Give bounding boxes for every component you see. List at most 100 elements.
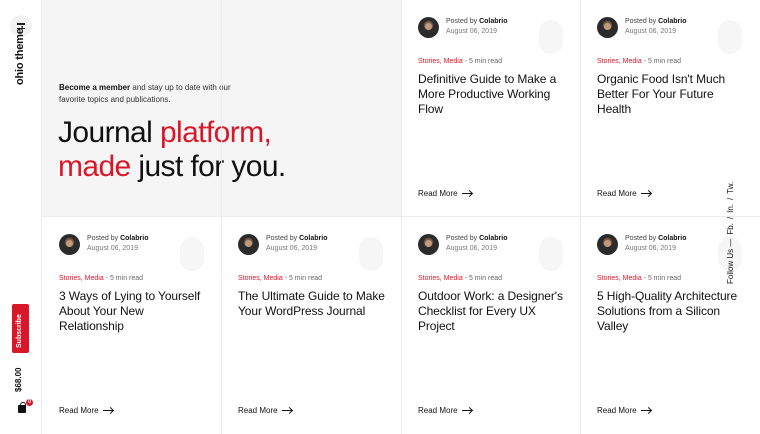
post-categories[interactable]: Stories, Media [597,58,642,65]
post-card[interactable]: Posted by Colabrio August 06, 2019 Stories… [42,217,220,433]
author-name[interactable]: Colabrio [299,235,327,242]
posted-by: Posted by Colabrio [446,18,507,25]
post-title[interactable]: The Ultimate Guide to Make Your WordPres… [238,289,388,319]
decorative-shape [180,237,204,271]
read-more-link[interactable]: Read More [238,406,292,415]
hero-title-part4: just for you. [130,150,286,183]
logo-text: ohio theme. [14,25,26,85]
hero-title-part1: Journal [58,116,160,149]
social-links: Follow Us — Fb. / In. / Tw. [723,182,737,286]
read-more-label: Read More [597,189,637,198]
author-name[interactable]: Colabrio [658,235,686,242]
post-card[interactable]: Posted by Colabrio August 06, 2019 Stories… [401,0,579,216]
read-more-label: Read More [418,189,458,198]
post-categories[interactable]: Stories, Media [597,275,642,282]
post-date: August 06, 2019 [266,245,317,252]
read-time: - 5 min read [641,275,682,282]
posted-by: Posted by Colabrio [446,235,507,242]
arrow-right-icon [102,410,113,411]
left-sidebar: ohio theme. Subscribe $68.00 0 [0,0,42,434]
read-more-label: Read More [418,406,458,415]
cart-icon[interactable]: 0 [15,399,33,417]
read-time: - 5 min read [641,58,682,65]
hero-title-part3: made [58,150,131,183]
read-more-link[interactable]: Read More [418,189,472,198]
follow-us-label: Follow Us — [726,238,735,284]
arrow-right-icon [461,410,472,411]
posted-by-label: Posted by [625,235,657,242]
post-date: August 06, 2019 [625,28,676,35]
post-meta: Stories, Media - 5 min read [238,275,322,282]
cart-badge: 0 [26,399,33,406]
posted-by-label: Posted by [87,235,119,242]
read-more-link[interactable]: Read More [59,406,113,415]
posted-by-label: Posted by [446,235,478,242]
read-more-link[interactable]: Read More [418,406,472,415]
arrow-right-icon [281,410,292,411]
read-more-label: Read More [238,406,278,415]
read-more-label: Read More [59,406,99,415]
decorative-shape [539,20,563,54]
author-name[interactable]: Colabrio [658,18,686,25]
social-separator: / [726,216,735,220]
arrow-right-icon [640,193,651,194]
posted-by: Posted by Colabrio [625,18,686,25]
post-title[interactable]: 5 High-Quality Architecture Solutions fr… [597,289,747,334]
post-meta: Stories, Media - 5 min read [418,58,502,65]
post-meta: Stories, Media - 5 min read [59,275,143,282]
author-avatar [597,17,618,38]
post-meta: Stories, Media - 5 min read [418,275,502,282]
read-more-link[interactable]: Read More [597,406,651,415]
posted-by-label: Posted by [266,235,298,242]
post-title[interactable]: Outdoor Work: a Designer's Checklist for… [418,289,568,334]
author-avatar [418,234,439,255]
author-avatar [59,234,80,255]
subscribe-label: Subscribe [16,314,23,348]
post-date: August 06, 2019 [625,245,676,252]
post-title[interactable]: Organic Food Isn't Much Better For Your … [597,72,747,117]
instagram-link[interactable]: In. [726,204,735,213]
logo[interactable]: ohio theme. [12,25,32,85]
post-title[interactable]: 3 Ways of Lying to Yourself About Your N… [59,289,209,334]
posted-by: Posted by Colabrio [625,235,686,242]
read-time: - 5 min read [282,275,323,282]
social-separator: / [726,197,735,200]
bag-icon [18,402,26,413]
read-time: - 5 min read [462,58,503,65]
author-name[interactable]: Colabrio [120,235,148,242]
post-categories[interactable]: Stories, Media [238,275,283,282]
cart-total: $68.00 [14,367,28,392]
facebook-link[interactable]: Fb. [726,223,735,235]
post-card[interactable]: Posted by Colabrio August 06, 2019 Stories… [221,217,399,433]
post-meta: Stories, Media - 5 min read [597,58,681,65]
author-name[interactable]: Colabrio [479,235,507,242]
subscribe-button[interactable]: Subscribe [12,304,29,353]
post-title[interactable]: Definitive Guide to Make a More Producti… [418,72,568,117]
post-categories[interactable]: Stories, Media [59,275,104,282]
cart-price: $68.00 [14,367,23,392]
post-categories[interactable]: Stories, Media [418,58,463,65]
author-avatar [418,17,439,38]
arrow-right-icon [640,410,651,411]
post-card[interactable]: Posted by Colabrio August 06, 2019 Stories… [401,217,579,433]
post-categories[interactable]: Stories, Media [418,275,463,282]
author-avatar [238,234,259,255]
arrow-right-icon [461,193,472,194]
hero-intro: Become a member and stay up to date with… [59,82,259,106]
author-avatar [597,234,618,255]
hero-title-part2: platform, [159,116,272,149]
read-time: - 5 min read [103,275,144,282]
author-name[interactable]: Colabrio [479,18,507,25]
posted-by-label: Posted by [625,18,657,25]
post-date: August 06, 2019 [87,245,138,252]
twitter-link[interactable]: Tw. [726,182,735,194]
hero-title: Journal platform, made just for you. [58,116,286,184]
posted-by: Posted by Colabrio [87,235,148,242]
read-more-link[interactable]: Read More [597,189,651,198]
read-more-label: Read More [597,406,637,415]
decorative-shape [359,237,383,271]
post-date: August 06, 2019 [446,245,497,252]
hero-intro-bold[interactable]: Become a member [59,83,130,92]
decorative-shape [539,237,563,271]
posted-by-label: Posted by [446,18,478,25]
